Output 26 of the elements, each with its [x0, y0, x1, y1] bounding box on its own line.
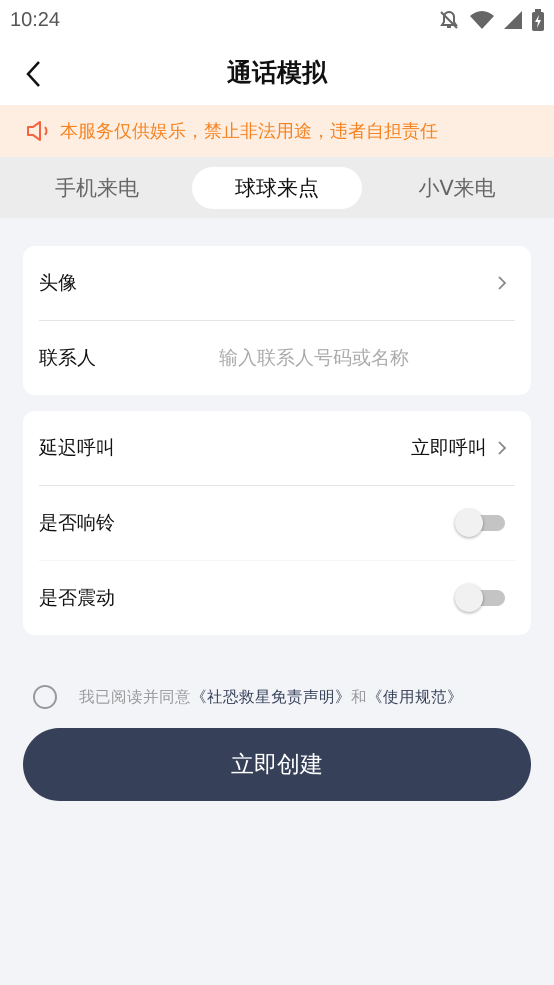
contact-input-field[interactable]: 输入联系人号码或名称 [219, 347, 515, 369]
bell-off-icon [438, 9, 460, 31]
tab[interactable]: 手机来电 [12, 166, 182, 208]
status-time: 10:24 [10, 8, 60, 32]
battery-icon [532, 9, 544, 31]
row-value[interactable]: 立即呼叫 [411, 435, 487, 461]
create-button[interactable]: 立即创建 [23, 728, 531, 801]
row-label: 是否震动 [39, 586, 116, 611]
agreement-link[interactable]: 《使用规范》 [367, 688, 463, 706]
page-title: 通话模拟 [227, 57, 327, 89]
notice-text: 本服务仅供娱乐，禁止非法用途，违者自担责任 [60, 120, 438, 143]
chevron-right-icon[interactable] [497, 275, 507, 291]
agree-radio[interactable] [33, 685, 57, 709]
tab[interactable]: 球球来点 [192, 166, 362, 208]
agreement-link[interactable]: 《社恐救星免责声明》 [191, 688, 351, 706]
wifi-icon [470, 11, 494, 29]
chevron-right-icon[interactable] [497, 440, 507, 456]
row-label: 是否响铃 [39, 511, 116, 536]
row-label: 联系人 [39, 346, 97, 371]
signal-icon [504, 11, 522, 29]
row-label: 延迟呼叫 [39, 436, 116, 461]
toggle-switch[interactable] [455, 583, 507, 613]
row-label: 头像 [39, 271, 78, 296]
agreement-text: 我已阅读并同意《社恐救星免责声明》和《使用规范》 [79, 686, 463, 708]
toggle-switch[interactable] [455, 508, 507, 538]
tab[interactable]: 小V来电 [372, 166, 542, 208]
